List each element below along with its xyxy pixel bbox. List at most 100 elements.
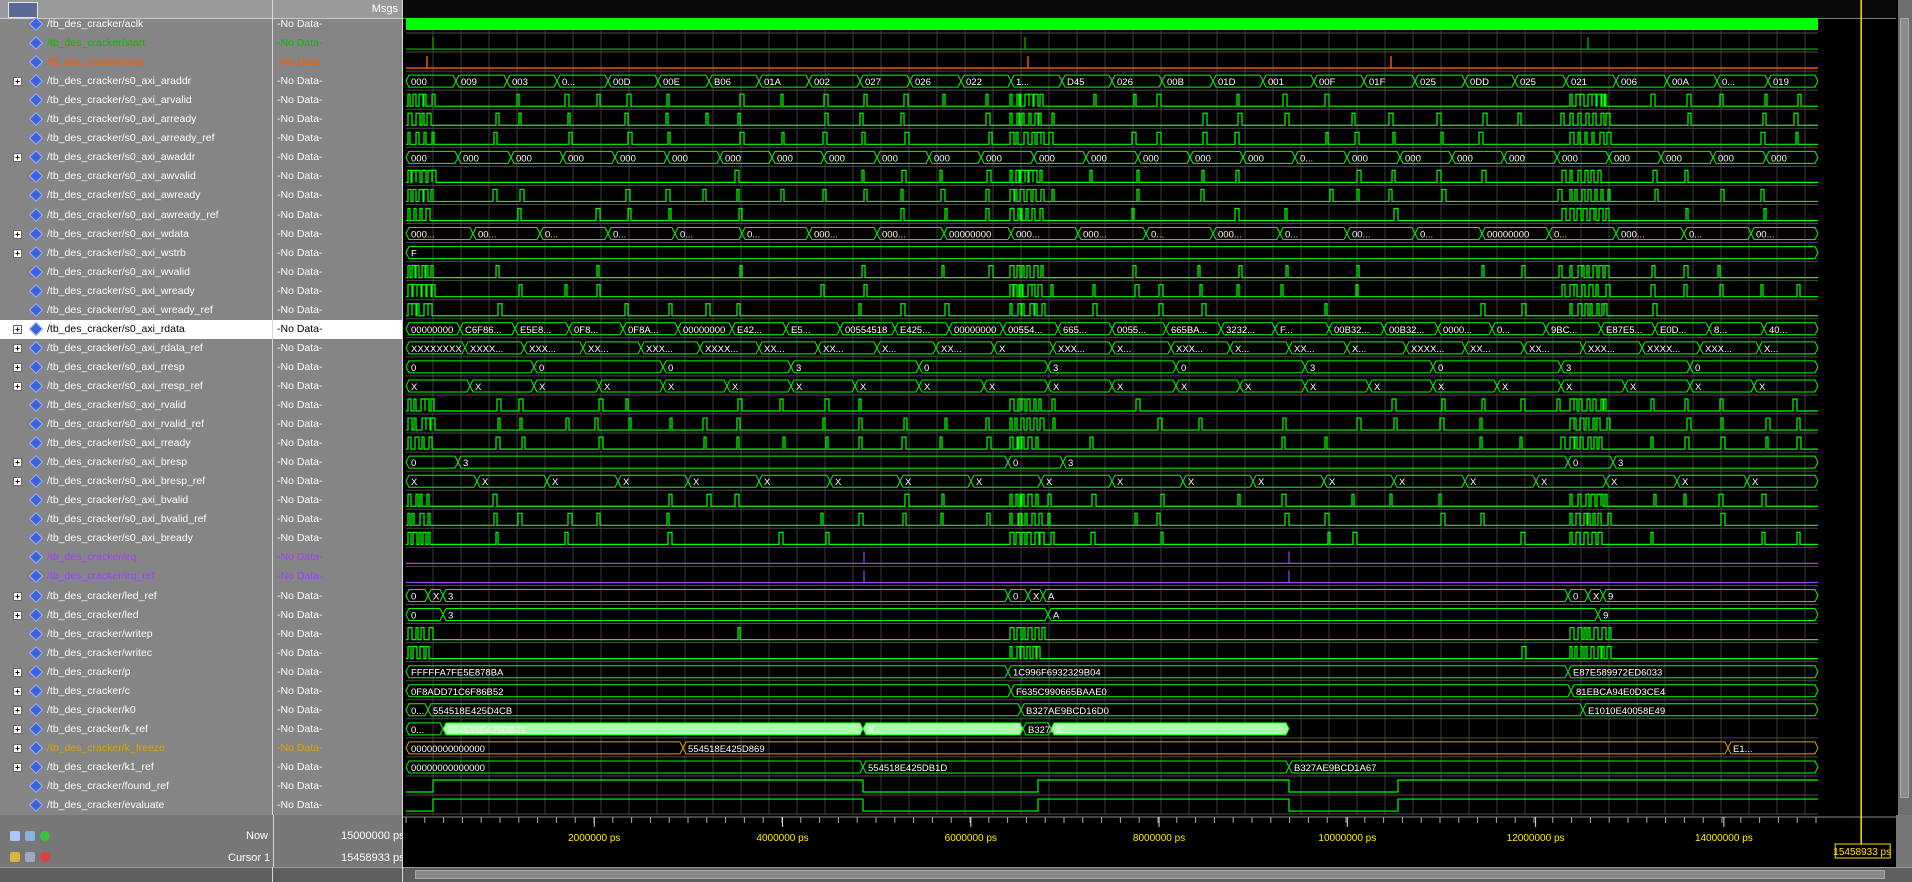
signal-value-row[interactable]: -No Data- [273, 72, 402, 91]
signal-value-row[interactable]: -No Data- [273, 206, 402, 225]
signal-value-row[interactable]: -No Data- [273, 244, 402, 263]
signal-row[interactable]: /tb_des_cracker/found_ref [0, 777, 272, 796]
signal-value-row[interactable]: -No Data- [273, 720, 402, 739]
expand-icon[interactable]: + [13, 343, 22, 353]
signal-value-row[interactable]: -No Data- [273, 644, 402, 663]
signal-row[interactable]: /tb_des_cracker/writep [0, 625, 272, 644]
signal-row[interactable]: + /tb_des_cracker/s0_axi_rdata [0, 319, 272, 339]
signal-value-row[interactable]: -No Data- [273, 358, 402, 377]
signal-value-row[interactable]: -No Data- [273, 110, 402, 129]
signal-value-row[interactable]: -No Data- [273, 663, 402, 682]
signal-row[interactable]: /tb_des_cracker/s0_axi_wvalid [0, 263, 272, 282]
expand-icon[interactable]: + [13, 667, 22, 677]
signal-row[interactable]: + /tb_des_cracker/c [0, 682, 272, 701]
signal-value-row[interactable]: -No Data- [273, 148, 402, 167]
signal-value-row[interactable]: -No Data- [273, 396, 402, 415]
signal-value-row[interactable]: -No Data- [273, 129, 402, 148]
expand-icon[interactable]: + [13, 762, 22, 772]
signal-value-row[interactable]: -No Data- [273, 301, 402, 320]
signal-value-row[interactable]: -No Data- [273, 739, 402, 758]
signal-value-row[interactable]: -No Data- [273, 796, 402, 815]
signal-row[interactable]: + /tb_des_cracker/s0_axi_awaddr [0, 148, 272, 167]
signal-row[interactable]: /tb_des_cracker/s0_axi_rready [0, 434, 272, 453]
signal-row[interactable]: + /tb_des_cracker/s0_axi_rresp [0, 358, 272, 377]
signal-row[interactable]: + /tb_des_cracker/s0_axi_rdata_ref [0, 339, 272, 358]
signal-value-row[interactable]: -No Data- [273, 339, 402, 358]
signal-value-row[interactable]: -No Data- [273, 472, 402, 491]
wave-hscrollbar[interactable] [403, 867, 1912, 882]
signal-value-row[interactable]: -No Data- [273, 91, 402, 110]
signal-value-row[interactable]: -No Data- [273, 34, 402, 53]
signal-value-row[interactable]: -No Data- [273, 491, 402, 510]
expand-icon[interactable]: + [13, 724, 22, 734]
pane-divider[interactable] [272, 0, 273, 882]
signal-row[interactable]: /tb_des_cracker/irq_ref [0, 567, 272, 586]
expand-icon[interactable]: + [13, 362, 22, 372]
signal-row[interactable]: /tb_des_cracker/s0_axi_arvalid [0, 91, 272, 110]
signal-row[interactable]: + /tb_des_cracker/led_ref [0, 587, 272, 606]
signal-row[interactable]: /tb_des_cracker/s0_axi_wready_ref [0, 301, 272, 320]
expand-icon[interactable]: + [13, 705, 22, 715]
signal-row[interactable]: + /tb_des_cracker/k_freeze [0, 739, 272, 758]
signal-value-row[interactable]: -No Data- [273, 377, 402, 396]
signal-row[interactable]: + /tb_des_cracker/s0_axi_bresp_ref [0, 472, 272, 491]
signal-value-row[interactable]: -No Data- [273, 453, 402, 472]
expand-icon[interactable]: + [13, 153, 22, 163]
expand-icon[interactable]: + [13, 248, 22, 258]
signal-value-row[interactable]: -No Data- [273, 167, 402, 186]
signal-row[interactable]: + /tb_des_cracker/s0_axi_rresp_ref [0, 377, 272, 396]
signal-row[interactable]: + /tb_des_cracker/led [0, 606, 272, 625]
signal-row[interactable]: /tb_des_cracker/s0_axi_bvalid [0, 491, 272, 510]
expand-icon[interactable]: + [13, 610, 22, 620]
lock-icon[interactable] [10, 852, 20, 862]
vertical-scrollbar[interactable] [1898, 0, 1912, 815]
signal-value-row[interactable]: -No Data- [273, 682, 402, 701]
signal-value-row[interactable]: -No Data- [273, 625, 402, 644]
expand-icon[interactable]: + [13, 686, 22, 696]
signal-row[interactable]: /tb_des_cracker/evaluate [0, 796, 272, 815]
signal-row[interactable]: /tb_des_cracker/s0_axi_rvalid [0, 396, 272, 415]
signal-row[interactable]: /tb_des_cracker/stop [0, 53, 272, 72]
signal-value-row[interactable]: -No Data- [273, 701, 402, 720]
signal-value-row[interactable]: -No Data- [273, 15, 402, 34]
signal-row[interactable]: + /tb_des_cracker/s0_axi_wdata [0, 225, 272, 244]
waveform-canvas[interactable]: 000 009 003 0... 00D 00E B06 01A 002 027 026 022 1..… [403, 0, 1896, 815]
signal-row[interactable]: /tb_des_cracker/writec [0, 644, 272, 663]
fit-icon[interactable] [25, 831, 35, 841]
signal-row[interactable]: /tb_des_cracker/s0_axi_bvalid_ref [0, 510, 272, 529]
signal-value-row[interactable]: -No Data- [273, 548, 402, 567]
signal-row[interactable]: /tb_des_cracker/s0_axi_awready [0, 186, 272, 205]
time-ruler[interactable]: 2000000 ps 4000000 ps 6000000 ps 8000000 ps… [403, 815, 1896, 867]
signal-value-row[interactable]: -No Data- [273, 587, 402, 606]
expand-icon[interactable]: + [13, 77, 22, 87]
expand-icon[interactable]: + [13, 229, 22, 239]
expand-icon[interactable]: + [13, 743, 22, 753]
expand-icon[interactable]: + [13, 477, 22, 487]
waveform-pane[interactable]: 000 009 003 0... 00D 00E B06 01A 002 027 026 022 1..… [403, 0, 1896, 815]
signal-value-row[interactable]: -No Data- [273, 282, 402, 301]
signal-row[interactable]: + /tb_des_cracker/s0_axi_wstrb [0, 244, 272, 263]
signal-row[interactable]: + /tb_des_cracker/s0_axi_bresp [0, 453, 272, 472]
vertical-scrollbar-thumb[interactable] [1900, 18, 1909, 798]
signal-value-row[interactable]: -No Data- [273, 567, 402, 586]
signal-row[interactable]: /tb_des_cracker/s0_axi_awready_ref [0, 206, 272, 225]
edit-cursor-icon[interactable] [25, 852, 35, 862]
signal-value-row[interactable]: -No Data- [273, 606, 402, 625]
signal-row[interactable]: /tb_des_cracker/irq [0, 548, 272, 567]
signal-row[interactable]: /tb_des_cracker/s0_axi_arready [0, 110, 272, 129]
signal-row[interactable]: + /tb_des_cracker/p [0, 663, 272, 682]
signal-row[interactable]: /tb_des_cracker/s0_axi_awvalid [0, 167, 272, 186]
zoom-icon[interactable] [10, 831, 20, 841]
signal-row[interactable]: /tb_des_cracker/s0_axi_arready_ref [0, 129, 272, 148]
expand-icon[interactable]: + [13, 324, 22, 334]
signal-value-row[interactable]: -No Data- [273, 529, 402, 548]
signal-row[interactable]: /tb_des_cracker/aclk [0, 15, 272, 34]
signal-value-row[interactable]: -No Data- [273, 225, 402, 244]
signal-value-row[interactable]: -No Data- [273, 777, 402, 796]
signal-value-row[interactable]: -No Data- [273, 53, 402, 72]
signal-row[interactable]: /tb_des_cracker/s0_axi_wready [0, 282, 272, 301]
signal-value-row[interactable]: -No Data- [273, 434, 402, 453]
signal-row[interactable]: /tb_des_cracker/s0_axi_bready [0, 529, 272, 548]
signal-row[interactable]: + /tb_des_cracker/k0 [0, 701, 272, 720]
add-cursor-icon[interactable] [40, 831, 50, 841]
